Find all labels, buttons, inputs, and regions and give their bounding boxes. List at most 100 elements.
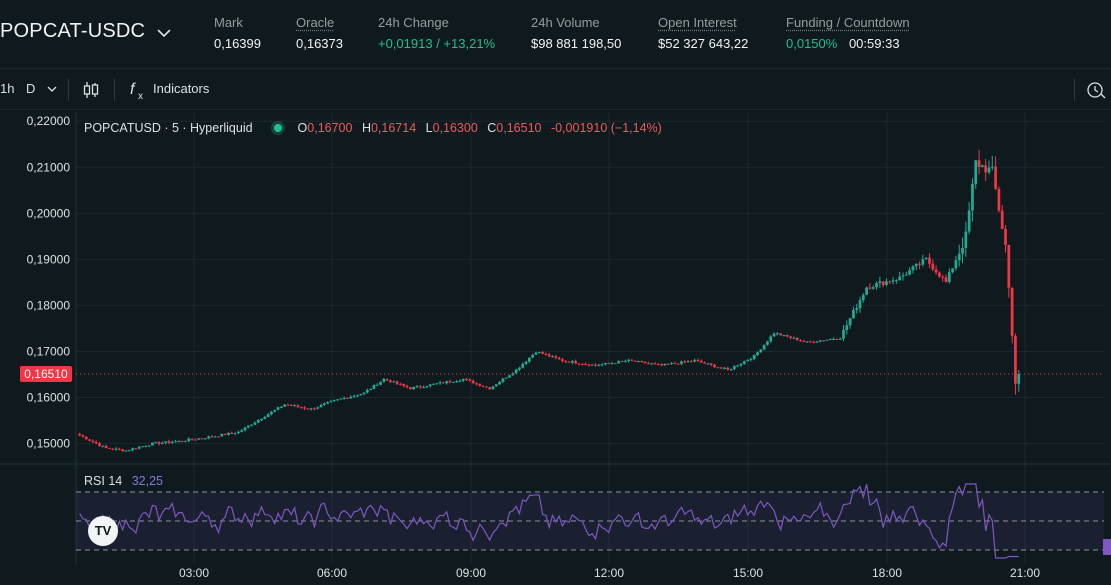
candle-body xyxy=(418,386,422,388)
candle-body xyxy=(835,338,839,340)
candle-body xyxy=(739,363,743,366)
candle-body xyxy=(524,361,528,364)
candle-body xyxy=(375,384,379,386)
price-chart[interactable]: 0,22000 0,21000 0,20000 0,19000 0,18000 0,170… xyxy=(0,0,1111,585)
tradingview-logo-icon[interactable]: TV xyxy=(88,516,118,546)
candle-body xyxy=(779,333,783,336)
candle-body xyxy=(690,361,693,363)
candle-body xyxy=(676,363,680,365)
candle-body xyxy=(584,364,587,366)
open-label: O xyxy=(297,121,308,135)
time-tick-label: 15:00 xyxy=(733,566,763,580)
candle-body xyxy=(395,381,399,384)
candle-body xyxy=(637,360,640,362)
candle-body xyxy=(802,340,806,342)
candle-body xyxy=(742,361,746,364)
symbol-label[interactable]: POPCATUSD · 5 · Hyperliquid xyxy=(84,121,253,135)
candle-body xyxy=(891,280,895,282)
change-value: -0,001910 (−1,14%) xyxy=(550,121,662,135)
candle-body xyxy=(412,387,415,390)
candle-body xyxy=(613,363,617,365)
candle-body xyxy=(789,336,792,338)
low-value: 0,16300 xyxy=(432,121,478,135)
candle-body xyxy=(293,405,296,407)
candle-body xyxy=(1004,229,1007,245)
candle-body xyxy=(656,363,660,365)
candle-body xyxy=(858,300,862,309)
candle-body xyxy=(898,276,902,281)
candle-body xyxy=(934,269,938,273)
candle-body xyxy=(799,340,802,342)
candle-body xyxy=(322,403,326,405)
candle-body xyxy=(203,438,207,440)
rsi-period: 14 xyxy=(108,474,123,488)
candle-body xyxy=(931,263,935,270)
candle-body xyxy=(78,433,82,436)
candle-body xyxy=(124,450,128,452)
candle-body xyxy=(332,400,336,402)
candle-body xyxy=(620,361,624,363)
candle-body xyxy=(240,430,244,432)
candle-body xyxy=(521,363,525,368)
candle-body xyxy=(154,442,158,444)
candle-body xyxy=(227,432,230,435)
candle-body xyxy=(369,388,372,391)
candle-body xyxy=(160,442,164,444)
candle-body xyxy=(726,367,730,370)
candle-body xyxy=(703,362,706,364)
status-dot-icon xyxy=(274,124,283,133)
candle-body xyxy=(752,355,756,359)
candle-body xyxy=(190,438,194,440)
candle-body xyxy=(746,359,749,362)
candle-body xyxy=(266,414,270,417)
candle-body xyxy=(990,166,994,168)
candle-body xyxy=(547,354,551,357)
price-tick-label: 0,18000 xyxy=(27,298,71,312)
candle-body xyxy=(494,384,498,387)
candle-body xyxy=(971,183,974,211)
candle-body xyxy=(223,433,227,435)
candle-body xyxy=(422,387,425,389)
candle-body xyxy=(792,337,796,339)
candle-body xyxy=(197,438,201,440)
candle-body xyxy=(531,354,535,358)
candle-body xyxy=(845,325,849,330)
time-tick-label: 09:00 xyxy=(456,566,486,580)
candle-body xyxy=(339,398,343,400)
candle-body xyxy=(303,407,306,409)
candle-body xyxy=(881,281,885,285)
candle-body xyxy=(772,333,776,337)
candle-body xyxy=(570,361,574,363)
candle-body xyxy=(170,442,174,444)
candle-body xyxy=(379,381,382,385)
time-tick-label: 12:00 xyxy=(594,566,624,580)
candle-body xyxy=(233,433,237,435)
candle-body xyxy=(723,367,726,369)
candle-body xyxy=(1010,287,1014,336)
candle-body xyxy=(567,361,571,363)
candles xyxy=(78,150,1021,452)
candle-body xyxy=(580,363,584,365)
candle-body xyxy=(501,378,505,382)
candle-body xyxy=(253,422,257,425)
candle-body xyxy=(776,333,779,335)
candle-body xyxy=(574,361,578,364)
candle-body xyxy=(812,341,816,343)
candle-body xyxy=(415,386,419,388)
candle-body xyxy=(987,167,991,173)
candle-body xyxy=(838,338,842,340)
candle-body xyxy=(848,318,852,326)
candle-body xyxy=(961,247,964,254)
candle-body xyxy=(623,361,627,363)
candle-body xyxy=(756,352,759,356)
rsi-label[interactable]: RSI xyxy=(84,474,105,488)
candle-body xyxy=(346,397,349,399)
candle-body xyxy=(246,425,250,428)
candle-body xyxy=(137,446,141,449)
candle-body xyxy=(432,383,435,385)
candle-body xyxy=(918,263,921,265)
candle-body xyxy=(485,386,488,388)
candle-body xyxy=(855,308,859,311)
candle-body xyxy=(98,443,101,446)
candle-body xyxy=(438,382,442,384)
